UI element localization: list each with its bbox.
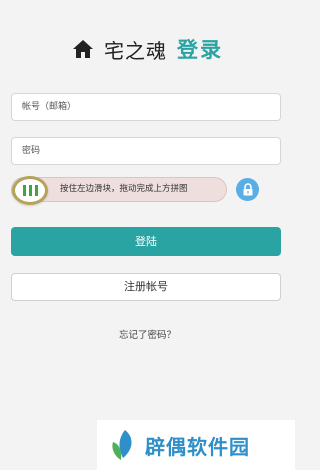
login-button[interactable]: 登陆	[11, 227, 281, 256]
watermark: 辟偶软件园	[97, 420, 295, 470]
brand-name: 宅之魂	[104, 38, 167, 63]
watermark-text: 辟偶软件园	[145, 434, 250, 459]
captcha-slider-track: 按住左边滑块，拖动完成上方拼图	[11, 176, 227, 205]
forgot-password-link[interactable]: 忘记了密码？	[0, 327, 295, 341]
account-input[interactable]	[11, 93, 281, 121]
grip-icon	[28, 185, 32, 196]
leaf-logo-icon	[112, 430, 132, 460]
lock-icon	[243, 183, 252, 196]
home-icon	[73, 40, 93, 58]
page-title: 登录	[177, 38, 223, 62]
lock-badge	[236, 178, 259, 201]
header: 宅之魂 登录	[0, 34, 295, 64]
grip-icon	[22, 185, 26, 196]
password-input[interactable]	[11, 137, 281, 165]
captcha-hint: 按住左边滑块，拖动完成上方拼图	[60, 184, 188, 194]
grip-icon	[34, 185, 38, 196]
login-page: 宅之魂 登录 按住左边滑块，拖动完成上方拼图 登陆 注册帐号 忘记了密码？ 辟偶…	[0, 0, 295, 470]
register-button[interactable]: 注册帐号	[11, 273, 281, 301]
captcha-slider-handle[interactable]	[12, 176, 48, 205]
